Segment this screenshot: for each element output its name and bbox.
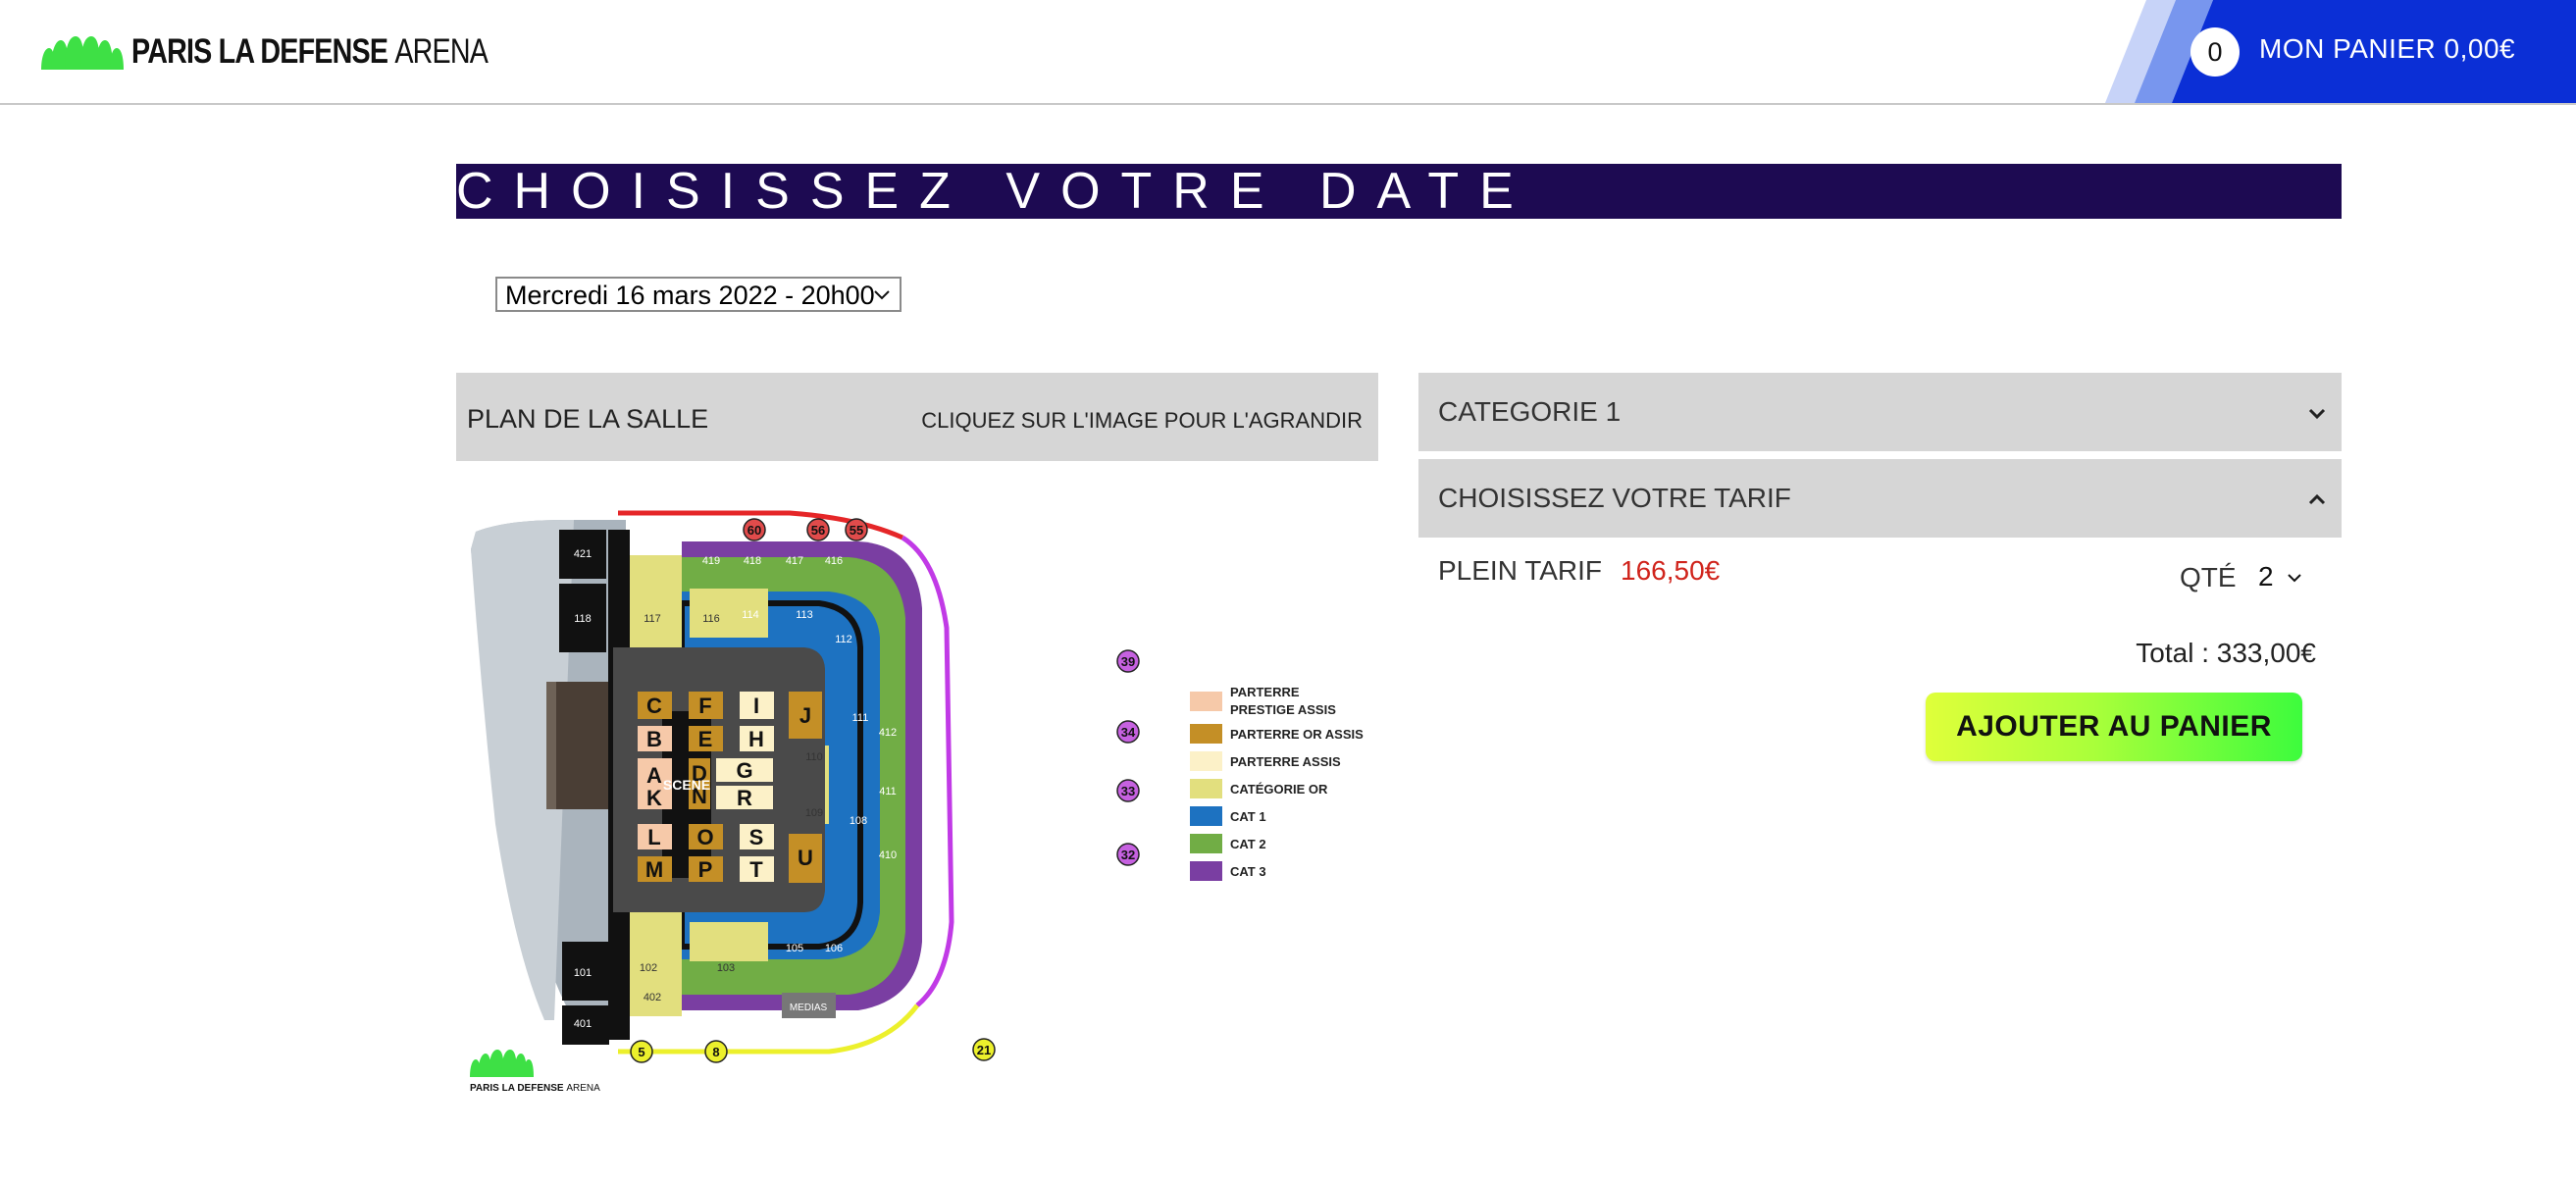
svg-text:417: 417: [786, 555, 803, 567]
svg-text:110: 110: [805, 751, 823, 763]
svg-text:32: 32: [1121, 848, 1135, 862]
svg-text:39: 39: [1121, 654, 1135, 669]
svg-text:60: 60: [747, 523, 761, 538]
svg-text:G: G: [736, 758, 752, 783]
svg-text:401: 401: [574, 1018, 592, 1030]
cart-count-badge: 0: [2190, 27, 2240, 77]
svg-text:L: L: [647, 825, 660, 849]
chevron-down-icon: [2288, 574, 2301, 583]
svg-text:B: B: [646, 727, 662, 751]
tarif-price: 166,50€: [1621, 555, 1721, 586]
svg-text:E: E: [698, 727, 713, 751]
quantity-value: 2: [2258, 561, 2274, 592]
tarif-name: PLEIN TARIF: [1438, 555, 1603, 586]
legend-label-5: CAT 1: [1230, 809, 1266, 824]
category-label: CATEGORIE 1: [1438, 396, 1622, 427]
svg-text:56: 56: [811, 523, 825, 538]
svg-text:421: 421: [574, 548, 592, 560]
svg-text:S: S: [749, 825, 764, 849]
seating-plan-svg: 421 118 101 401 419 418 417 416 114 113 …: [470, 510, 1364, 1094]
svg-text:105: 105: [786, 943, 803, 954]
legend-label-2: PARTERRE OR ASSIS: [1230, 727, 1364, 742]
svg-text:103: 103: [717, 962, 735, 974]
logo-text-light: ARENA: [394, 32, 489, 71]
svg-text:102: 102: [640, 962, 657, 974]
logo-text: PARIS LA DEFENSE ARENA: [131, 32, 489, 72]
seating-plan-image[interactable]: 421 118 101 401 419 418 417 416 114 113 …: [456, 490, 1378, 1118]
logo-waves-icon: [41, 36, 124, 70]
svg-text:412: 412: [879, 727, 897, 739]
legend-label-3: PARTERRE ASSIS: [1230, 754, 1341, 769]
cart-label: MON PANIER 0,00€: [2259, 33, 2516, 64]
medias-label: MEDIAS: [790, 1003, 828, 1013]
quantity-label: QTÉ: [2180, 562, 2237, 592]
svg-text:U: U: [798, 846, 813, 870]
tarif-header: CHOISISSEZ VOTRE TARIF: [1438, 483, 1791, 513]
svg-text:114: 114: [742, 609, 759, 621]
plan-arena-logo: PARIS LA DEFENSE ARENA: [470, 1050, 600, 1094]
svg-text:118: 118: [574, 613, 592, 625]
tarif-accordion[interactable]: CHOISISSEZ VOTRE TARIF: [1418, 459, 2342, 538]
legend-label-4: CATÉGORIE OR: [1230, 782, 1328, 797]
svg-text:418: 418: [744, 555, 761, 567]
legend-label-1b: PRESTIGE ASSIS: [1230, 702, 1336, 717]
svg-text:8: 8: [712, 1045, 719, 1059]
chevron-up-icon: [2308, 493, 2326, 505]
svg-text:111: 111: [852, 712, 869, 724]
svg-text:113: 113: [796, 609, 813, 621]
plan-enlarge-hint[interactable]: CLIQUEZ SUR L'IMAGE POUR L'AGRANDIR: [921, 408, 1363, 434]
svg-text:108: 108: [850, 815, 867, 827]
stage-label: SCENE: [663, 777, 710, 793]
svg-text:K: K: [646, 786, 662, 810]
svg-text:5: 5: [638, 1045, 644, 1059]
svg-text:R: R: [737, 786, 752, 810]
page-title: CHOISISSEZ VOTRE DATE: [456, 164, 2342, 219]
svg-text:I: I: [753, 694, 759, 718]
legend-label-1a: PARTERRE: [1230, 685, 1300, 699]
date-select-value: Mercredi 16 mars 2022 - 20h00: [505, 281, 875, 310]
plan-title: PLAN DE LA SALLE: [467, 404, 709, 434]
svg-text:411: 411: [879, 786, 897, 797]
svg-text:419: 419: [702, 555, 720, 567]
svg-text:21: 21: [977, 1043, 991, 1057]
svg-text:402: 402: [644, 992, 661, 1003]
add-to-cart-button[interactable]: AJOUTER AU PANIER: [1926, 693, 2302, 761]
total-price: Total : 333,00€: [2136, 638, 2316, 668]
svg-text:410: 410: [879, 849, 897, 861]
svg-text:33: 33: [1121, 784, 1135, 798]
date-select[interactable]: Mercredi 16 mars 2022 - 20h00: [495, 277, 902, 312]
svg-text:106: 106: [825, 943, 843, 954]
plan-legend: PARTERRE PRESTIGE ASSIS PARTERRE OR ASSI…: [1190, 685, 1364, 881]
chevron-down-icon: [874, 290, 890, 300]
svg-text:117: 117: [644, 613, 661, 625]
logo-text-bold: PARIS LA DEFENSE: [131, 32, 388, 71]
cart-button[interactable]: 0 MON PANIER 0,00€: [2105, 0, 2576, 103]
svg-text:F: F: [698, 694, 711, 718]
svg-text:109: 109: [805, 807, 823, 819]
svg-text:T: T: [749, 857, 763, 882]
svg-text:M: M: [645, 857, 663, 882]
svg-text:O: O: [696, 825, 713, 849]
top-bar: PARIS LA DEFENSE ARENA 0 MON PANIER 0,00…: [0, 0, 2576, 105]
svg-text:H: H: [748, 727, 764, 751]
chevron-down-icon: [2308, 408, 2326, 420]
quantity-select[interactable]: 2: [2258, 561, 2307, 596]
svg-text:PARIS LA DEFENSE ARENA: PARIS LA DEFENSE ARENA: [470, 1083, 600, 1094]
svg-text:101: 101: [574, 967, 592, 979]
svg-text:55: 55: [850, 523, 863, 538]
svg-text:J: J: [799, 703, 811, 728]
svg-text:P: P: [698, 857, 713, 882]
arena-logo[interactable]: PARIS LA DEFENSE ARENA: [39, 27, 566, 77]
legend-label-6: CAT 2: [1230, 837, 1266, 851]
svg-text:C: C: [646, 694, 662, 718]
legend-label-7: CAT 3: [1230, 864, 1266, 879]
svg-text:116: 116: [702, 613, 720, 625]
svg-text:416: 416: [825, 555, 843, 567]
svg-text:34: 34: [1121, 725, 1136, 740]
category-accordion[interactable]: CATEGORIE 1: [1418, 373, 2342, 451]
svg-text:112: 112: [835, 634, 852, 645]
plan-header: PLAN DE LA SALLE CLIQUEZ SUR L'IMAGE POU…: [456, 373, 1378, 461]
svg-text:A: A: [646, 763, 662, 788]
